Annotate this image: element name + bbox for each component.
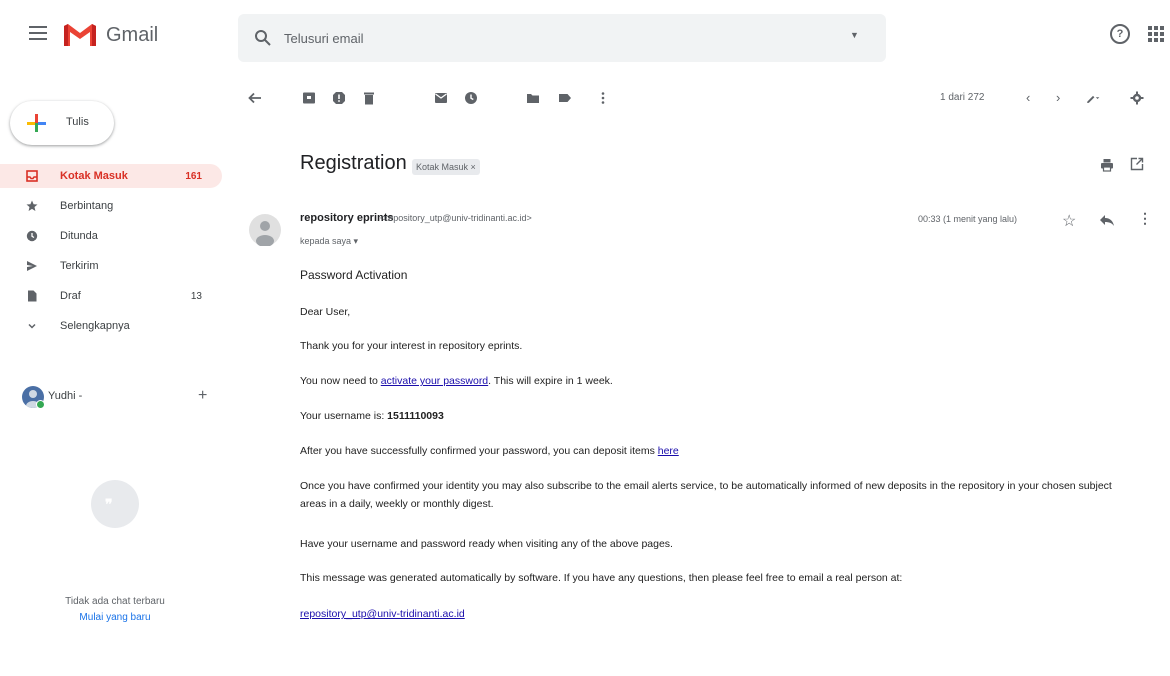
clock-icon xyxy=(26,230,38,242)
sidebar-item-sent[interactable]: Terkirim xyxy=(0,254,222,278)
body-thanks: Thank you for your interest in repositor… xyxy=(300,340,523,352)
app-name[interactable]: Gmail xyxy=(106,24,158,47)
apps-grid-icon[interactable] xyxy=(1148,26,1164,42)
online-status-icon xyxy=(36,400,45,409)
recipient-details[interactable]: kepada saya ▾ xyxy=(300,236,358,247)
sidebar-item-label: Selengkapnya xyxy=(60,320,130,332)
body-generated: This message was generated automatically… xyxy=(300,572,903,584)
add-contact-icon[interactable]: + xyxy=(198,387,207,405)
start-chat-link[interactable]: Mulai yang baru xyxy=(0,612,230,623)
hangouts-user[interactable]: Yudhi - + xyxy=(0,384,222,410)
search-icon[interactable] xyxy=(254,29,272,47)
sidebar-item-label: Berbintang xyxy=(60,200,114,212)
star-icon xyxy=(26,200,38,211)
search-options-icon[interactable]: ▼ xyxy=(850,30,859,40)
compose-label: Tulis xyxy=(66,116,89,128)
report-spam-icon[interactable] xyxy=(332,91,346,105)
user-name[interactable]: Yudhi - xyxy=(48,390,82,402)
hangouts-icon: ❞ xyxy=(91,480,139,528)
contact-email-link[interactable]: repository_utp@univ-tridinanti.ac.id xyxy=(300,608,465,620)
hangouts-empty-text: Tidak ada chat terbaru xyxy=(65,596,165,607)
sidebar-item-more[interactable]: Selengkapnya xyxy=(0,314,222,338)
chevron-left-icon[interactable]: ‹ xyxy=(1026,90,1030,105)
unread-count: 161 xyxy=(185,171,202,182)
plus-icon xyxy=(27,114,46,132)
email-timestamp: 00:33 (1 menit yang lalu) xyxy=(918,214,1018,224)
body-ready: Have your username and password ready wh… xyxy=(300,538,673,550)
chevron-down-icon xyxy=(28,323,36,329)
more-vert-icon[interactable]: ⋮ xyxy=(1138,210,1152,227)
label-icon[interactable] xyxy=(558,91,572,105)
sidebar-item-snoozed[interactable]: Ditunda xyxy=(0,224,222,248)
body-username: Your username is: 1511110093 xyxy=(300,410,444,422)
body-activate: You now need to activate your password. … xyxy=(300,375,613,387)
pagination-count: 1 dari 272 xyxy=(940,92,985,103)
inbox-icon xyxy=(26,170,38,182)
draft-count: 13 xyxy=(190,291,202,302)
compose-button[interactable]: Tulis xyxy=(10,101,114,145)
back-arrow-icon[interactable] xyxy=(248,91,262,105)
snooze-icon[interactable] xyxy=(464,91,478,105)
email-subject: Registration xyxy=(300,152,407,174)
inbox-label-chip[interactable]: Kotak Masuk × xyxy=(412,159,480,175)
sender-avatar[interactable] xyxy=(249,214,281,247)
hangouts-quote-glyph: ❞ xyxy=(105,496,115,512)
message-toolbar: 1 dari 272 ‹ › xyxy=(240,76,1170,122)
sidebar-item-inbox[interactable]: Kotak Masuk 161 xyxy=(0,164,222,188)
top-bar: Gmail ▼ ? xyxy=(0,0,1170,76)
search-input[interactable] xyxy=(284,26,824,50)
activate-suffix: . This will expire in 1 week. xyxy=(488,375,613,387)
delete-icon[interactable] xyxy=(362,91,376,105)
body-greeting: Dear User, xyxy=(300,306,351,318)
print-icon[interactable] xyxy=(1100,158,1114,172)
body-subscribe: Once you have confirmed your identity yo… xyxy=(300,480,1112,510)
mark-unread-icon[interactable] xyxy=(434,91,448,105)
deposit-here-link[interactable]: here xyxy=(658,445,679,457)
send-icon xyxy=(27,261,37,271)
star-icon[interactable]: ☆ xyxy=(1062,211,1076,231)
body-title: Password Activation xyxy=(300,268,408,282)
sidebar-nav: Kotak Masuk 161 Berbintang Ditunda Terki… xyxy=(0,164,222,344)
body-deposit: After you have successfully confirmed yo… xyxy=(300,445,679,457)
person-icon xyxy=(256,221,274,247)
username-value: 1511110093 xyxy=(387,410,444,422)
activate-prefix: You now need to xyxy=(300,375,381,387)
more-vert-icon[interactable] xyxy=(596,91,610,105)
sidebar-item-label: Draf xyxy=(60,290,81,302)
sidebar-item-label: Terkirim xyxy=(60,260,99,272)
sidebar-item-label: Ditunda xyxy=(60,230,98,242)
username-prefix: Your username is: xyxy=(300,410,388,422)
draft-icon xyxy=(28,290,37,302)
help-icon[interactable]: ? xyxy=(1110,24,1130,44)
chevron-right-icon[interactable]: › xyxy=(1056,90,1060,105)
input-tools-icon[interactable] xyxy=(1086,91,1100,105)
archive-icon[interactable] xyxy=(302,91,316,105)
move-to-icon[interactable] xyxy=(526,91,540,105)
settings-gear-icon[interactable] xyxy=(1130,91,1144,105)
sidebar-item-label: Kotak Masuk xyxy=(60,170,128,182)
sidebar-item-starred[interactable]: Berbintang xyxy=(0,194,222,218)
reply-icon[interactable] xyxy=(1099,213,1115,227)
main-menu-icon[interactable] xyxy=(29,26,47,40)
activate-password-link[interactable]: activate your password xyxy=(381,375,488,387)
open-new-window-icon[interactable] xyxy=(1130,157,1144,171)
search-bar: ▼ xyxy=(238,14,886,62)
gmail-logo-icon[interactable] xyxy=(62,22,98,48)
sender-email: <repository_utp@univ-tridinanti.ac.id> xyxy=(380,213,532,223)
deposit-prefix: After you have successfully confirmed yo… xyxy=(300,445,658,457)
sidebar-item-drafts[interactable]: Draf 13 xyxy=(0,284,222,308)
